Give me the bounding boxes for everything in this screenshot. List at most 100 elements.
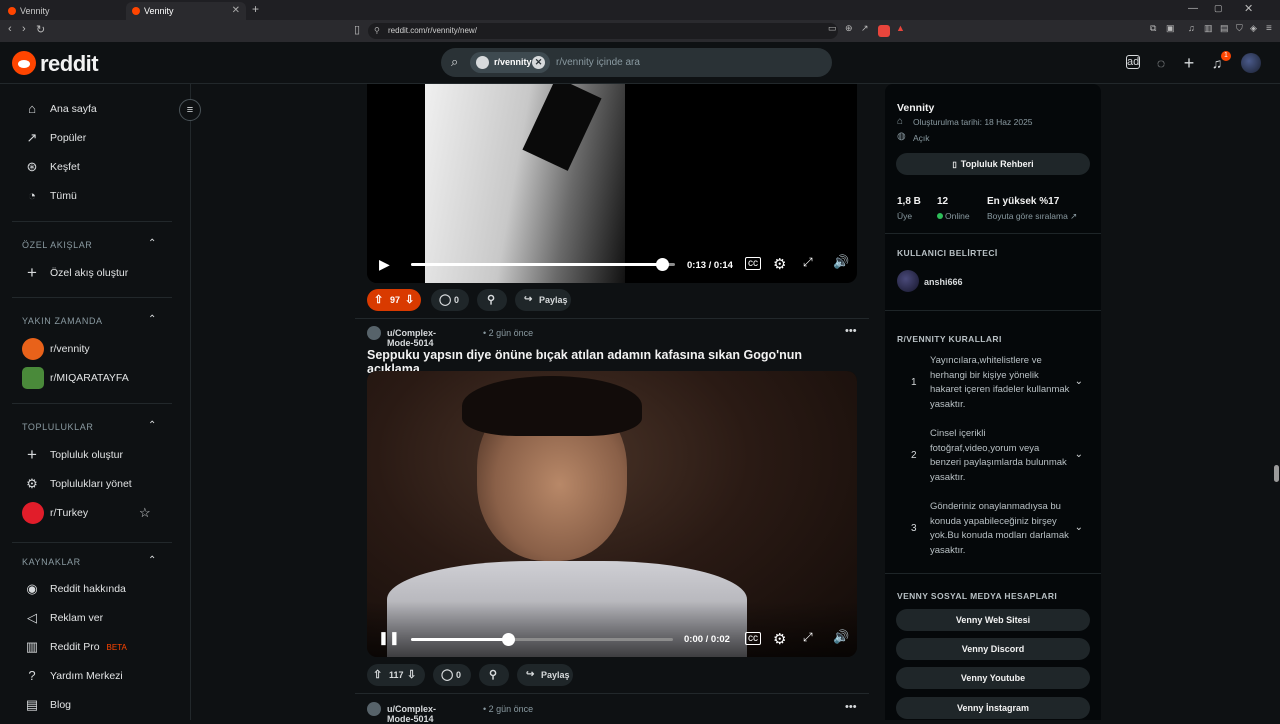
pause-icon[interactable]: ❚❚ <box>378 630 400 646</box>
sidebar-item-miqaratayfa[interactable]: r/MIQARATAYFA <box>22 365 167 391</box>
sidebar-item-explore[interactable]: ⊛ Keşfet <box>22 154 167 180</box>
maximize-icon[interactable]: ▢ <box>1214 3 1223 14</box>
section-custom-feeds[interactable]: ÖZEL AKIŞLAR ⌃ <box>22 238 157 250</box>
post-video-1[interactable]: ▶ 0:13 / 0:14 cc ⚙ ⤢ 🔊 <box>367 84 857 283</box>
sidebar-toggle-icon[interactable]: ▥ <box>1204 23 1213 34</box>
search-scope-chip[interactable]: r/vennity ✕ <box>470 52 550 73</box>
extension-icon[interactable]: ⧉ <box>1150 23 1156 34</box>
sidebar-item-vennity[interactable]: r/vennity <box>22 336 167 362</box>
rewards-icon[interactable]: ▲ <box>896 23 905 33</box>
url-field[interactable]: ⚲ reddit.com/r/vennity/new/ <box>368 23 838 39</box>
sidebar-item-help[interactable]: ? Yardım Merkezi <box>22 663 167 689</box>
new-tab-button[interactable]: + <box>252 2 259 16</box>
flair-username[interactable]: anshi666 <box>924 277 963 287</box>
search-input[interactable] <box>556 55 816 70</box>
window-close-icon[interactable]: ✕ <box>1244 2 1253 15</box>
shield-icon[interactable]: ◈ <box>1250 23 1257 34</box>
chevron-down-icon[interactable]: ⌄ <box>1075 375 1083 390</box>
rule-item[interactable]: 3 Gönderiniz onaylanmadıysa bu konuda ya… <box>897 500 1087 558</box>
back-icon[interactable]: ‹ <box>8 23 12 35</box>
downvote-icon[interactable]: ⇩ <box>405 289 414 311</box>
advertise-icon[interactable]: ad <box>1126 55 1140 69</box>
video-progress-bar[interactable] <box>411 258 675 271</box>
sidebar-item-turkey[interactable]: r/Turkey ☆ <box>22 500 167 526</box>
chevron-up-icon[interactable]: ⌃ <box>148 238 157 249</box>
user-avatar[interactable] <box>367 702 381 716</box>
sidebar-item-create-feed[interactable]: + Özel akış oluştur <box>22 260 167 286</box>
flair-avatar[interactable] <box>897 270 919 292</box>
video-scrubber-handle[interactable] <box>655 258 669 271</box>
upvote-icon[interactable]: ⇧ <box>374 289 383 311</box>
browser-tab[interactable]: Vennity <box>2 2 122 20</box>
captions-icon[interactable]: cc <box>745 257 761 270</box>
brave-shield-icon[interactable] <box>878 25 890 37</box>
fullscreen-icon[interactable]: ⤢ <box>803 630 813 645</box>
chevron-up-icon[interactable]: ⌃ <box>148 555 157 566</box>
sidebar-item-blog[interactable]: ▤ Blog <box>22 692 167 718</box>
chevron-down-icon[interactable]: ⌄ <box>1075 448 1083 463</box>
rule-item[interactable]: 1 Yayıncılara,whitelistlere ve herhangi … <box>897 354 1087 412</box>
menu-icon[interactable]: ≡ <box>1266 23 1272 34</box>
share-page-icon[interactable]: ↗ <box>861 23 869 34</box>
fullscreen-icon[interactable]: ⤢ <box>803 255 813 270</box>
comments-button[interactable]: ◯ 0 <box>433 664 471 686</box>
create-post-icon[interactable]: + <box>1181 54 1197 72</box>
user-avatar[interactable] <box>1241 53 1261 73</box>
close-tab-icon[interactable]: ✕ <box>232 2 240 20</box>
chat-icon[interactable]: ◌ <box>1153 55 1169 71</box>
reddit-logo-text[interactable]: reddit <box>40 51 99 77</box>
bookmark-icon[interactable]: ▯ <box>354 23 360 36</box>
search-bar[interactable]: ⌕ r/vennity ✕ <box>441 48 832 77</box>
gear-icon[interactable]: ⚙ <box>773 630 786 648</box>
sidebar-item-create-community[interactable]: + Topluluk oluştur <box>22 442 167 468</box>
favorite-star-icon[interactable]: ☆ <box>139 500 151 526</box>
vpn-icon[interactable]: ⛉ <box>1236 23 1243 34</box>
music-icon[interactable]: ♫ <box>1188 23 1195 33</box>
clear-scope-icon[interactable]: ✕ <box>532 56 545 69</box>
video-progress-bar[interactable] <box>411 633 673 646</box>
gear-icon[interactable]: ⚙ <box>773 255 786 273</box>
browser-tab-active[interactable]: Vennity ✕ <box>126 2 246 20</box>
volume-icon[interactable]: 🔊 <box>833 629 849 645</box>
sidebar-item-manage-communities[interactable]: ⚙ Toplulukları yönet <box>22 471 167 497</box>
sidebar-item-all[interactable]: ◔ Tümü <box>22 183 167 209</box>
wallet-icon[interactable]: ▤ <box>1220 23 1229 34</box>
minimize-icon[interactable]: — <box>1188 3 1198 14</box>
site-info-icon[interactable]: ⚲ <box>374 23 380 39</box>
post-video-2[interactable]: ❚❚ 0:00 / 0:02 cc ⚙ ⤢ 🔊 <box>367 371 857 657</box>
video-scrubber-handle[interactable] <box>501 633 515 646</box>
cast-icon[interactable]: ▭ <box>828 23 837 34</box>
social-link-discord[interactable]: Venny Discord <box>896 638 1090 660</box>
post-options-icon[interactable]: ••• <box>845 701 857 713</box>
chevron-up-icon[interactable]: ⌃ <box>148 420 157 431</box>
reload-icon[interactable]: ↻ <box>36 23 45 36</box>
section-recent[interactable]: YAKIN ZAMANDA ⌃ <box>22 314 157 326</box>
extension-icon[interactable]: ▣ <box>1166 23 1175 34</box>
section-resources[interactable]: KAYNAKLAR ⌃ <box>22 555 157 567</box>
forward-icon[interactable]: › <box>22 23 26 35</box>
chevron-down-icon[interactable]: ⌄ <box>1075 521 1083 536</box>
user-avatar[interactable] <box>367 326 381 340</box>
collapse-sidebar-button[interactable]: ≡ <box>179 99 201 121</box>
chevron-up-icon[interactable]: ⌃ <box>148 314 157 325</box>
sidebar-item-about[interactable]: ◉ Reddit hakkında <box>22 576 167 602</box>
share-button[interactable]: ↪ Paylaş <box>515 289 571 311</box>
community-name[interactable]: Vennity <box>897 102 934 114</box>
award-button[interactable]: ⚲ <box>477 289 507 311</box>
rule-item[interactable]: 2 Cinsel içerikli fotoğraf,video,yorum v… <box>897 427 1087 485</box>
social-link-website[interactable]: Venny Web Sitesi <box>896 609 1090 631</box>
volume-icon[interactable]: 🔊 <box>833 254 849 270</box>
social-link-instagram[interactable]: Venny İnstagram <box>896 697 1090 719</box>
page-scrollbar[interactable] <box>1274 465 1279 482</box>
play-icon[interactable]: ▶ <box>379 256 390 273</box>
rank-label[interactable]: Boyuta göre sıralama ↗ <box>987 211 1077 222</box>
zoom-icon[interactable]: ⊕ <box>845 23 853 34</box>
share-button[interactable]: ↪ Paylaş <box>517 664 573 686</box>
sidebar-item-advertise[interactable]: ◁ Reklam ver <box>22 605 167 631</box>
post-options-icon[interactable]: ••• <box>845 325 857 337</box>
sidebar-item-reddit-pro[interactable]: ▥ Reddit Pro BETA <box>22 634 167 660</box>
upvote-icon[interactable]: ⇧ <box>373 664 382 686</box>
reddit-logo-icon[interactable] <box>12 51 36 75</box>
comments-button[interactable]: ◯ 0 <box>431 289 469 311</box>
post-author[interactable]: u/Complex-Mode-5014 <box>387 328 436 348</box>
